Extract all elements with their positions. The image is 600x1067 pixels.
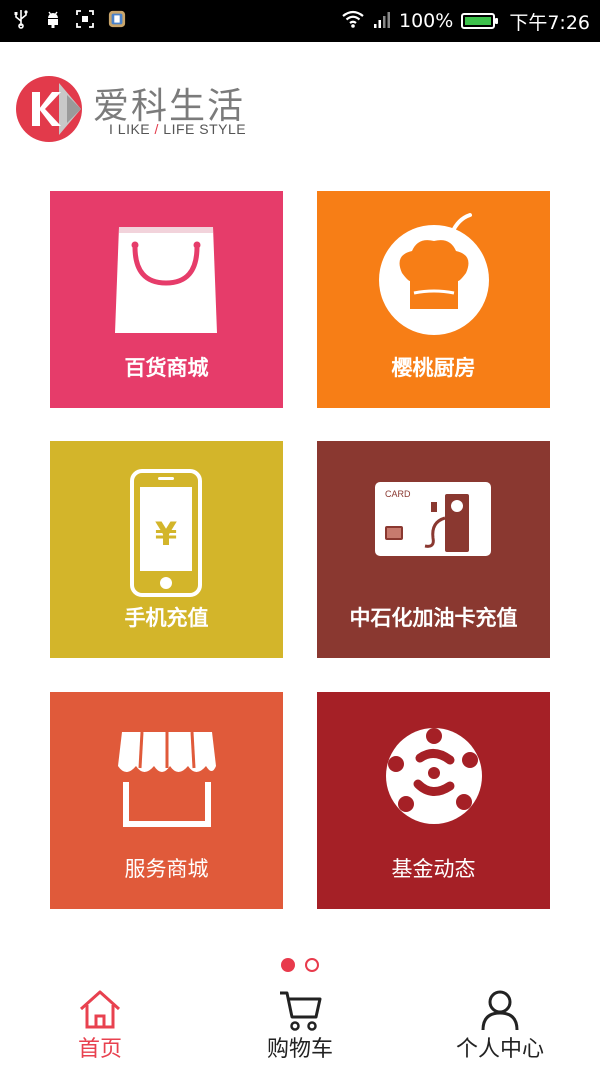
tile-fund-news[interactable]: 基金动态 xyxy=(317,692,550,909)
chef-hat-icon xyxy=(379,213,489,335)
person-icon xyxy=(481,990,519,1031)
tile-label: 手机充值 xyxy=(124,606,209,630)
nav-home-label: 首页 xyxy=(77,1037,122,1062)
app-notification-icon xyxy=(108,8,126,30)
status-right: 100% 下午7:26 xyxy=(341,6,590,36)
nav-cart[interactable]: 购物车 xyxy=(200,985,400,1067)
cart-icon xyxy=(280,991,322,1031)
brand-slogan: I LIKE / LIFE STYLE xyxy=(109,121,246,137)
signal-icon xyxy=(373,9,391,34)
tile-department-store[interactable]: 百货商城 xyxy=(50,191,283,408)
tile-phone-topup[interactable]: ¥ 手机充值 xyxy=(50,441,283,658)
tile-label: 中石化加油卡充值 xyxy=(349,606,518,630)
screenshot-icon xyxy=(76,8,94,30)
phone-yen-icon: ¥ xyxy=(130,469,202,597)
tile-cherry-kitchen[interactable]: 樱桃厨房 xyxy=(317,191,550,408)
home-icon xyxy=(79,990,121,1029)
tile-label: 樱桃厨房 xyxy=(391,356,476,380)
bottom-nav: 首页 购物车 个人中心 xyxy=(0,985,600,1067)
nav-profile-label: 个人中心 xyxy=(455,1037,544,1062)
nav-profile[interactable]: 个人中心 xyxy=(400,985,600,1067)
fuel-card-icon: CARD xyxy=(375,482,491,556)
status-time: 下午7:26 xyxy=(509,11,590,34)
brand-logo: 爱科生活 I LIKE / LIFE STYLE xyxy=(15,75,275,145)
usb-icon xyxy=(12,8,30,30)
tile-service-mall[interactable]: 服务商城 xyxy=(50,692,283,909)
svg-text:CARD: CARD xyxy=(385,489,411,499)
battery-level xyxy=(465,17,492,25)
android-debug-icon xyxy=(44,8,62,30)
wifi-icon xyxy=(341,9,365,34)
nav-home[interactable]: 首页 xyxy=(0,985,200,1067)
shopping-bag-icon xyxy=(115,227,217,333)
status-bar: 100% 下午7:26 xyxy=(0,0,600,42)
pager-dot-2[interactable] xyxy=(305,958,319,972)
tile-label: 百货商城 xyxy=(124,356,209,380)
brand-slogan-part2: LIFE STYLE xyxy=(158,121,247,137)
status-left-icons xyxy=(12,8,126,30)
fund-flower-icon xyxy=(386,728,482,824)
tile-fuel-card-topup[interactable]: CARD 中石化加油卡充值 xyxy=(317,441,550,658)
brand-slogan-part1: I LIKE xyxy=(109,121,155,137)
svg-text:¥: ¥ xyxy=(155,515,177,553)
tile-label: 基金动态 xyxy=(391,857,476,881)
pager-dot-1[interactable] xyxy=(281,958,295,972)
storefront-icon xyxy=(118,731,216,827)
battery-percent: 100% xyxy=(399,10,454,32)
pager-dots xyxy=(0,958,600,976)
nav-cart-label: 购物车 xyxy=(266,1037,333,1062)
tile-label: 服务商城 xyxy=(124,857,209,881)
brand-logo-icon xyxy=(16,76,82,142)
battery-icon xyxy=(461,13,499,29)
